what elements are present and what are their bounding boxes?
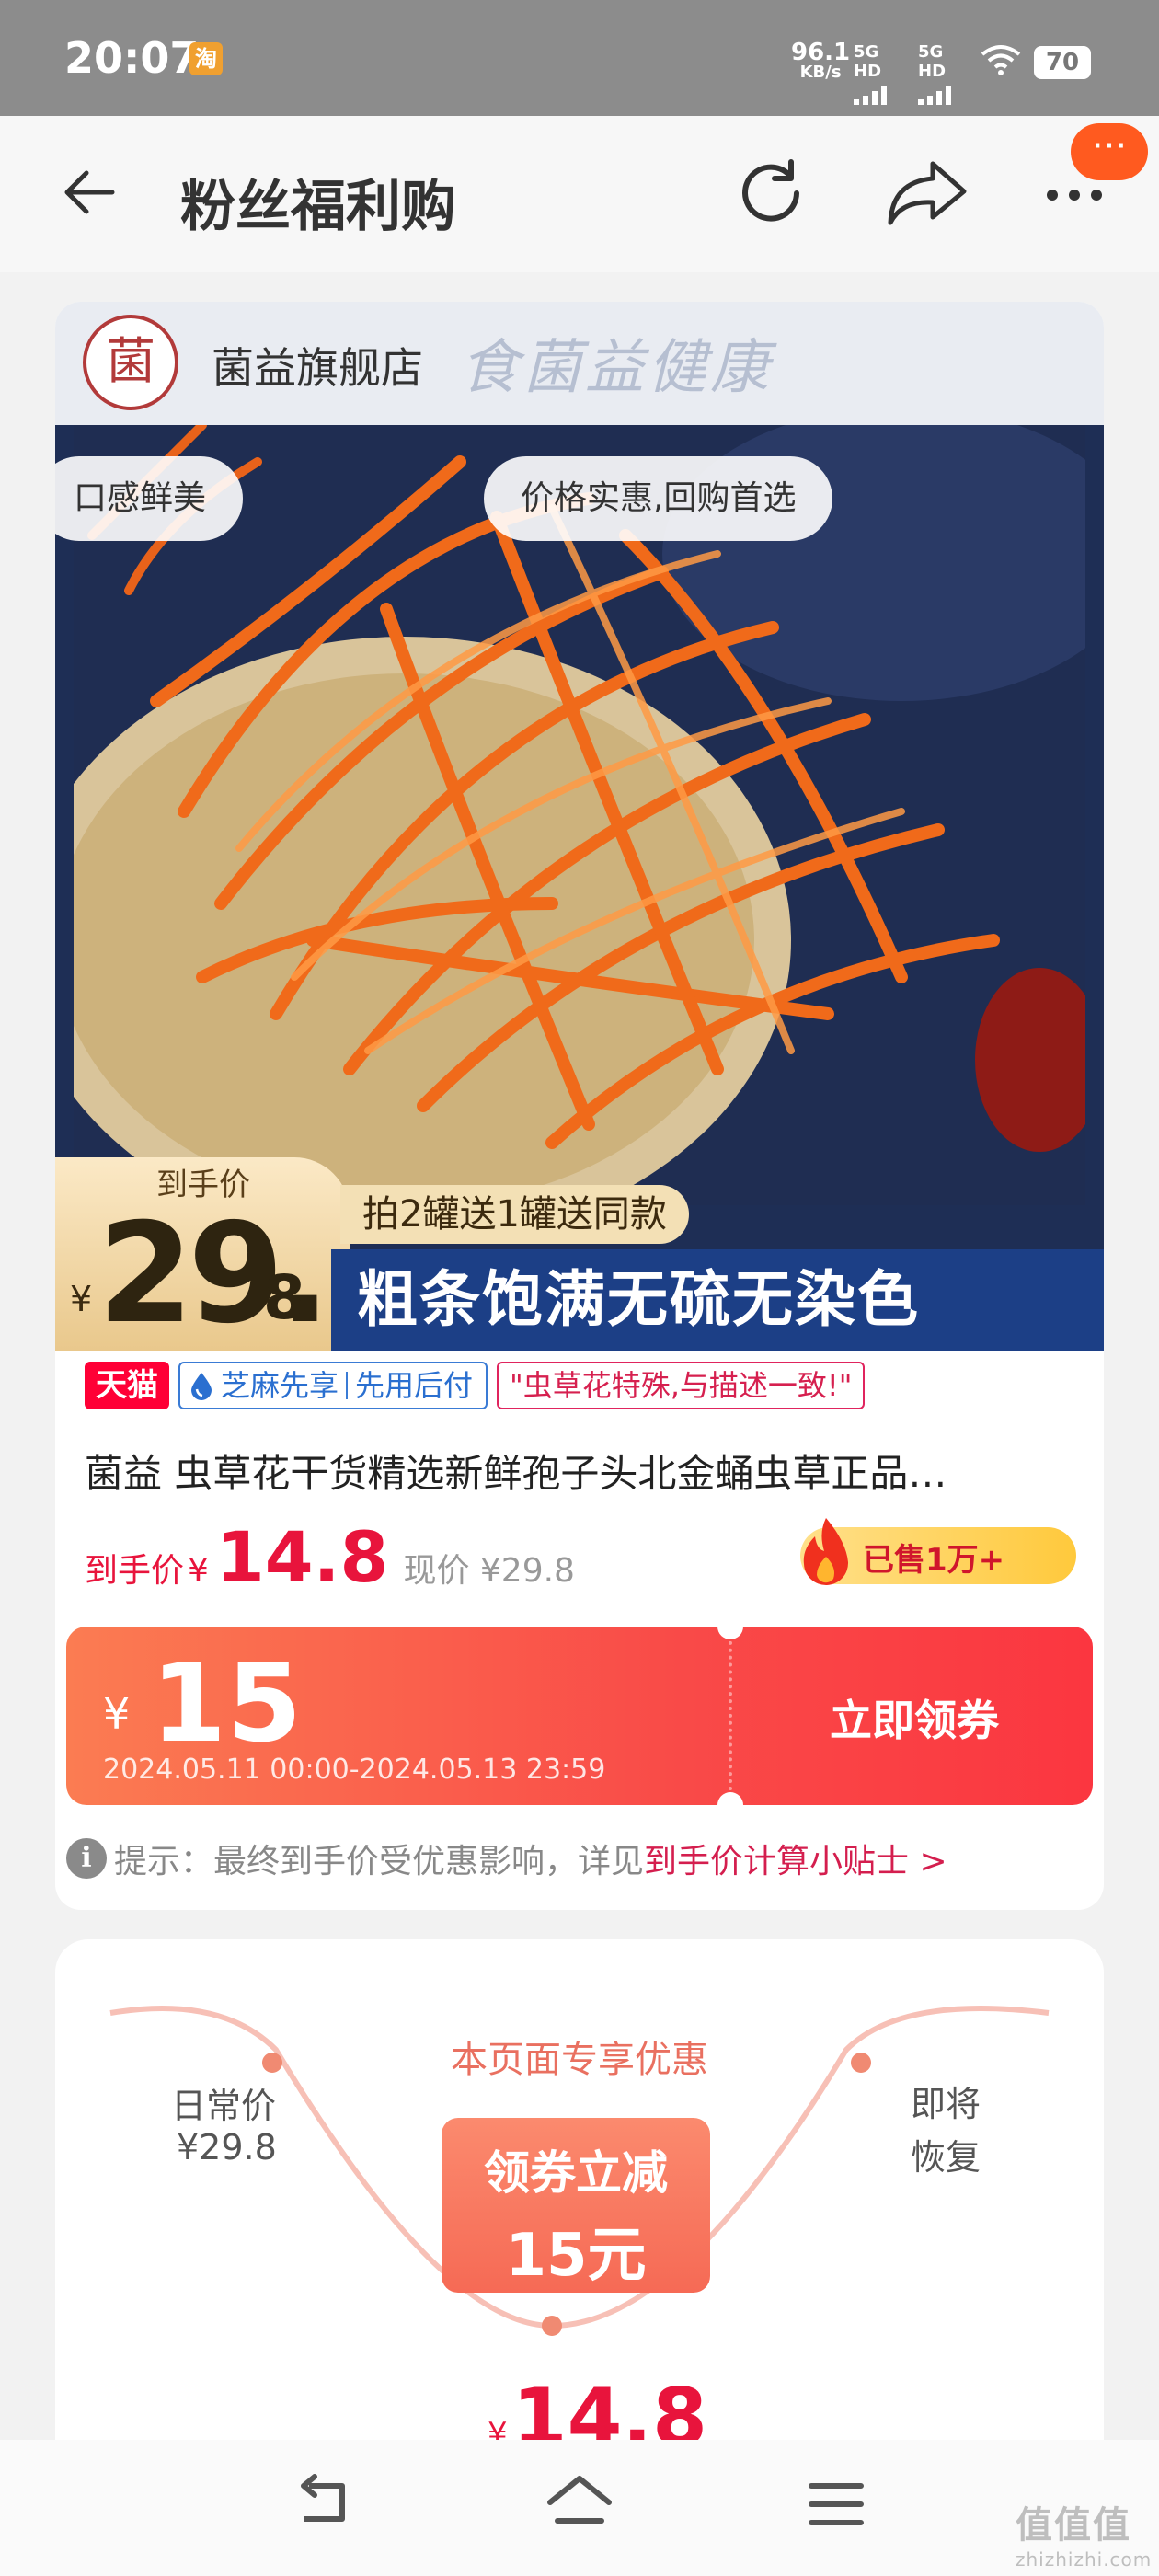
- share-icon[interactable]: [885, 156, 968, 230]
- top-navigation-bar: 粉丝福利购: [0, 116, 1159, 272]
- daily-price: ¥29.8: [177, 2127, 277, 2168]
- floating-menu-bubble[interactable]: ···: [1071, 123, 1148, 180]
- product-badges: 天猫 芝麻先享 先用后付 "虫草花特殊,与描述一致!": [85, 1362, 866, 1409]
- cordyceps-flower-photo: [74, 425, 1085, 1205]
- store-header[interactable]: 菌 菌益旗舰店 食菌益健康: [55, 302, 1104, 425]
- nav-home-icon[interactable]: [545, 2471, 614, 2536]
- price-line: 到手价 ¥ 14.8 现价 ¥29.8: [85, 1516, 575, 1598]
- site-watermark: 值值值 zhizhizhi.com: [1016, 2495, 1152, 2570]
- promo-main-banner: 粗条饱满无硫无染色: [331, 1249, 1104, 1351]
- exclusive-offer-title: 本页面专享优惠: [451, 2039, 708, 2081]
- hero-price-currency: ¥: [70, 1279, 93, 1319]
- taobao-notification-icon: 淘: [189, 42, 223, 75]
- hero-tag: 价格实惠,回购首选: [484, 456, 833, 541]
- price-tips-link[interactable]: 到手价计算小贴士 >: [644, 1834, 947, 1882]
- status-bar: 20:07 淘 96.1 KB/s 5G HD 5G HD 70: [0, 0, 1159, 116]
- coupon-discount-label: 领券立减: [484, 2146, 668, 2200]
- price-currency: ¥: [188, 1552, 209, 1590]
- product-card: 菌 菌益旗舰店 食菌益健康 口感鲜美 价格实惠,回购首选 到手价 ¥ 29. 8…: [55, 302, 1104, 1910]
- daily-price-label: 日常价: [171, 2086, 277, 2126]
- hero-price-decimal: 8: [263, 1262, 305, 1333]
- net-speed-unit: KB/s: [799, 63, 842, 82]
- zhima-badge: 芝麻先享 先用后付: [178, 1362, 488, 1409]
- hero-tag: 口感鲜美: [55, 456, 244, 541]
- store-slogan: 食菌益健康: [460, 334, 773, 402]
- coupon-perforation: [729, 1627, 732, 1805]
- coupon-notch: [717, 1627, 743, 1639]
- store-logo: 菌: [83, 315, 178, 410]
- page-title: 粉丝福利购: [180, 175, 456, 239]
- store-name[interactable]: 菌益旗舰店: [212, 335, 423, 396]
- net-speed: 96.1 KB/s: [791, 40, 850, 83]
- hint-text: 提示：最终到手价受优惠影响，详见: [114, 1843, 645, 1880]
- zhima-badge-text: 芝麻先享: [221, 1368, 339, 1403]
- signal-icon: 5G HD: [854, 42, 909, 105]
- sold-count: 已售1万+: [863, 1542, 1005, 1579]
- price-hint: i 提示：最终到手价受优惠影响，详见 到手价计算小贴士 >: [66, 1834, 947, 1882]
- water-drop-icon: [191, 1373, 212, 1400]
- signal-label-1: 5G HD: [854, 42, 882, 81]
- wifi-icon: [981, 45, 1021, 75]
- more-icon[interactable]: [1043, 177, 1117, 213]
- nav-menu-icon[interactable]: [806, 2477, 866, 2532]
- status-time: 20:07: [64, 33, 200, 83]
- watermark-text: 值值值: [1016, 2504, 1131, 2547]
- flame-icon: [803, 1518, 849, 1586]
- final-price: 14.8: [215, 1516, 389, 1598]
- promo-gift-banner: 拍2罐送1罐送同款: [340, 1185, 689, 1244]
- battery-icon: 70: [1034, 46, 1091, 79]
- coupon-card[interactable]: ¥ 15 2024.05.11 00:00-2024.05.13 23:59 立…: [66, 1627, 1093, 1805]
- nav-back-icon[interactable]: [291, 2473, 355, 2537]
- coupon-discount-box: 领券立减 15元: [442, 2118, 710, 2293]
- coupon-currency: ¥: [103, 1689, 131, 1739]
- product-hero-image[interactable]: 菌 菌益旗舰店 食菌益健康 口感鲜美 价格实惠,回购首选 到手价 ¥ 29. 8…: [55, 302, 1104, 1351]
- badge-divider: [346, 1372, 349, 1399]
- refresh-icon[interactable]: [732, 155, 809, 232]
- signal-label-2: 5G HD: [918, 42, 947, 81]
- coupon-discount-amount: 15元: [505, 2222, 647, 2290]
- tmall-badge: 天猫: [85, 1362, 169, 1409]
- coupon-validity: 2024.05.11 00:00-2024.05.13 23:59: [103, 1754, 606, 1786]
- current-price: 现价 ¥29.8: [403, 1552, 575, 1590]
- system-navigation-bar: [0, 2440, 1159, 2576]
- coupon-notch: [717, 1792, 743, 1805]
- back-arrow-icon[interactable]: [57, 160, 121, 224]
- product-title[interactable]: 菌益 虫草花干货精选新鲜孢子头北金蛹虫草正品…: [85, 1443, 1078, 1499]
- claim-coupon-button[interactable]: 立即领券: [830, 1687, 999, 1748]
- pay-later-text: 先用后付: [355, 1368, 474, 1403]
- watermark-url: zhizhizhi.com: [1016, 2548, 1153, 2570]
- info-icon: i: [66, 1838, 107, 1879]
- final-price-label: 到手价: [85, 1552, 185, 1590]
- description-note-badge: "虫草花特殊,与描述一致!": [497, 1362, 866, 1409]
- restore-soon-label: 即将恢复: [910, 2084, 981, 2178]
- coupon-amount: 15: [151, 1639, 303, 1766]
- signal-icon-2: 5G HD: [918, 42, 973, 105]
